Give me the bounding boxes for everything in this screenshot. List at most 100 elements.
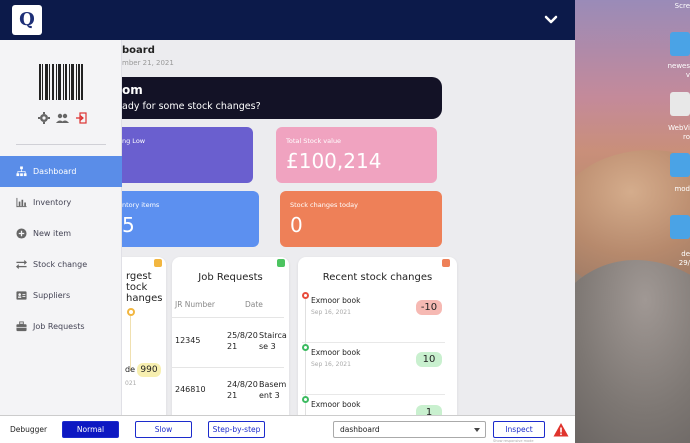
jr-location: Stairca se 3 <box>259 331 287 351</box>
slow-button[interactable]: Slow <box>135 421 192 438</box>
sidebar-item-stock-change[interactable]: Stock change <box>0 249 122 280</box>
change-badge: 1 <box>416 405 442 415</box>
inspect-button[interactable]: Inspect <box>493 421 545 438</box>
sidebar-item-suppliers[interactable]: Suppliers <box>0 280 122 311</box>
recent-changes-panel: Recent stock changes Exmoor book Sep 16,… <box>298 257 457 415</box>
plus-circle-icon <box>16 228 27 239</box>
logout-icon[interactable] <box>75 112 87 124</box>
timeline-dot <box>127 308 135 316</box>
top-bar: Q <box>0 0 575 40</box>
folder-icon[interactable] <box>670 153 690 177</box>
folder-icon[interactable] <box>670 32 690 56</box>
dashboard-main: board mber 21, 2021 om ady for some stoc… <box>122 40 575 415</box>
normal-button[interactable]: Normal <box>62 421 119 438</box>
panel-title-line: hanges <box>126 293 163 304</box>
users-icon[interactable] <box>56 112 69 124</box>
debugger-label: Debugger <box>10 425 48 434</box>
jr-number[interactable]: 12345 <box>175 335 200 346</box>
barcode-icon <box>39 64 83 100</box>
status-dot <box>302 344 309 351</box>
page-select-value: dashboard <box>340 425 380 434</box>
app-logo[interactable]: Q <box>12 5 42 35</box>
jr-date: 25/8/20 21 <box>227 331 258 351</box>
desktop-item-label: newes v <box>667 62 690 79</box>
welcome-banner: om ady for some stock changes? <box>122 77 442 119</box>
sidebar-item-new-item[interactable]: New item <box>0 218 122 249</box>
sidebar-item-label: Job Requests <box>33 322 85 331</box>
item-date: Sep 16, 2021 <box>311 361 351 368</box>
jr-number[interactable]: 246810 <box>175 384 206 395</box>
debugger-bar: Debugger Normal Slow Step-by-step dashbo… <box>0 415 575 443</box>
job-requests-panel: Job Requests JR Number Date 12345 25/8/2… <box>172 257 289 415</box>
column-header: Date <box>245 300 263 309</box>
sidebar-item-dashboard[interactable]: Dashboard <box>0 156 122 187</box>
stat-card-running-low[interactable]: ng Low <box>122 127 253 183</box>
caret-down-icon <box>474 428 480 432</box>
stat-card-label: Stock changes today <box>290 201 358 209</box>
page-select[interactable]: dashboard <box>333 421 486 438</box>
largest-changes-panel: rgest tock hanges de 990 021 <box>122 257 166 415</box>
desktop-item-label: WebVi ro <box>668 124 690 141</box>
stat-card-inventory-items[interactable]: ntory items 5 <box>122 191 259 247</box>
chevron-down-icon[interactable] <box>541 10 561 30</box>
largest-item-name: de <box>125 365 135 374</box>
stat-card-label: Total Stock value <box>286 137 342 145</box>
sidebar-item-label: Suppliers <box>33 291 71 300</box>
sitemap-icon <box>16 166 27 177</box>
exchange-icon <box>16 259 27 270</box>
sidebar-divider <box>16 144 106 145</box>
panel-title: Job Requests <box>198 272 263 283</box>
panel-title-line: rgest <box>126 271 152 282</box>
welcome-subtext: ady for some stock changes? <box>122 101 261 112</box>
item-name: Exmoor book <box>311 296 361 305</box>
gear-icon[interactable] <box>38 112 50 124</box>
id-card-icon <box>16 291 27 300</box>
status-dot <box>302 292 309 299</box>
folder-icon[interactable] <box>670 215 690 239</box>
panel-accent <box>277 259 285 267</box>
column-header: JR Number <box>175 300 215 309</box>
briefcase-icon <box>16 321 27 332</box>
largest-change-badge: 990 <box>137 363 161 377</box>
change-badge: -10 <box>416 300 442 315</box>
desktop-item-label: mod <box>674 185 690 193</box>
sidebar-item-label: Stock change <box>33 260 88 269</box>
sidebar-item-label: Inventory <box>33 198 72 207</box>
stat-card-value: 5 <box>122 213 135 237</box>
file-icon[interactable] <box>670 92 690 116</box>
stat-card-label: ng Low <box>122 137 146 145</box>
page-title: board <box>122 45 155 56</box>
sidebar-item-job-requests[interactable]: Job Requests <box>0 311 122 342</box>
item-name: Exmoor book <box>311 348 361 357</box>
stat-card-label: ntory items <box>122 201 160 209</box>
jr-location: Basem ent 3 <box>259 380 287 400</box>
sidebar: Dashboard Inventory New item Stock chang… <box>0 40 122 415</box>
largest-item-date: 021 <box>125 380 137 387</box>
sidebar-item-label: Dashboard <box>33 167 77 176</box>
item-date: Sep 16, 2021 <box>311 309 351 316</box>
page-date: mber 21, 2021 <box>122 59 174 67</box>
desktop-item-label: de 29/ <box>678 250 690 267</box>
sidebar-item-label: New item <box>33 229 72 238</box>
panel-accent <box>154 259 162 267</box>
step-by-step-button[interactable]: Step-by-step <box>208 421 265 438</box>
desktop-wallpaper: Scre newes v WebVi ro mod de 29/ <box>575 0 690 443</box>
jr-date: 24/8/20 21 <box>227 380 258 400</box>
bar-chart-icon <box>16 197 27 208</box>
item-name: Exmoor book <box>311 400 361 409</box>
stat-card-stock-changes-today[interactable]: Stock changes today 0 <box>280 191 442 247</box>
stat-card-total-stock-value[interactable]: Total Stock value £100,214 <box>276 127 437 183</box>
panel-title: Recent stock changes <box>322 272 433 283</box>
welcome-heading: om <box>122 83 143 97</box>
stat-card-value: £100,214 <box>286 149 382 173</box>
responsive-mode-link[interactable]: Show responsive mode <box>493 439 534 443</box>
sidebar-item-inventory[interactable]: Inventory <box>0 187 122 218</box>
warning-icon[interactable] <box>553 422 569 438</box>
sidebar-nav: Dashboard Inventory New item Stock chang… <box>0 156 122 342</box>
panel-title-line: tock <box>126 282 148 293</box>
stat-card-value: 0 <box>290 213 303 237</box>
app-window: Q Dashboard Inventory New item Stock cha… <box>0 0 575 443</box>
panel-accent <box>442 259 450 267</box>
change-badge: 10 <box>416 352 442 367</box>
status-dot <box>302 396 309 403</box>
